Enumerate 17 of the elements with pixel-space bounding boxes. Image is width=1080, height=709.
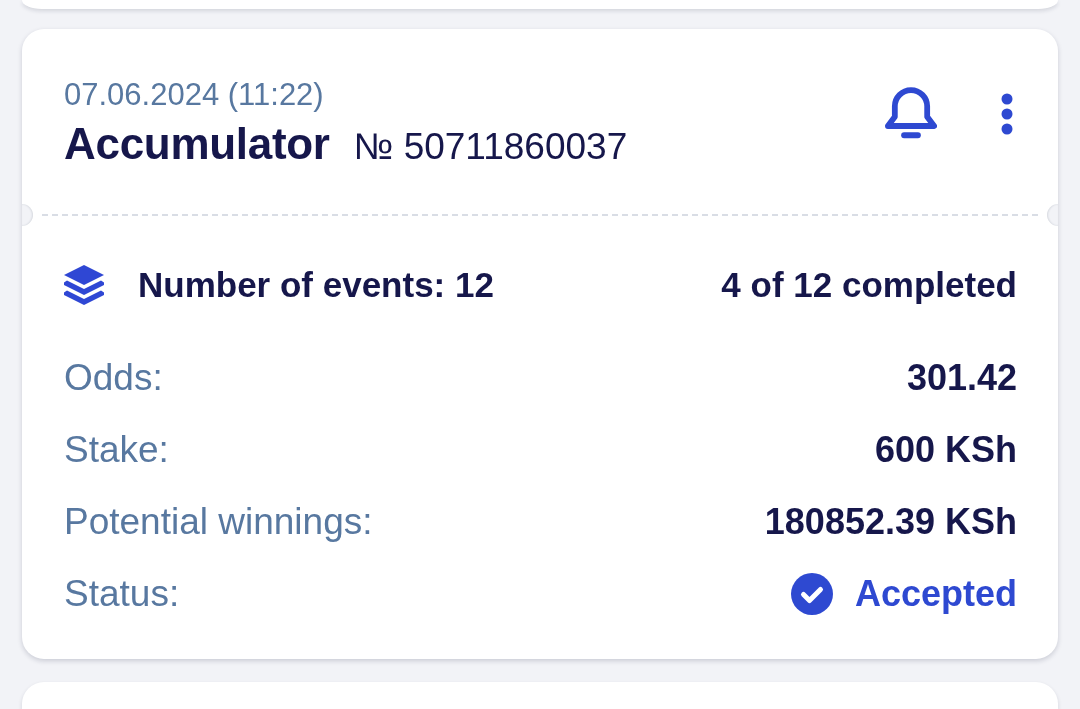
- layers-icon: [63, 264, 105, 307]
- bet-type: Accumulator: [64, 119, 330, 170]
- detail-value: 180852.39 KSh: [764, 501, 1017, 544]
- detail-label: Potential winnings:: [64, 501, 373, 544]
- detail-label: Status:: [64, 573, 180, 616]
- completed-count: 4 of 12 completed: [721, 265, 1017, 306]
- status-value: Accepted: [854, 573, 1017, 616]
- events-count: Number of events: 12: [138, 265, 494, 306]
- detail-label: Odds:: [64, 357, 163, 400]
- bell-icon[interactable]: [885, 87, 937, 140]
- check-circle-icon: [790, 573, 833, 616]
- detail-label: Stake:: [64, 429, 169, 472]
- more-options-icon[interactable]: [1001, 93, 1013, 136]
- bet-date: 07.06.2024 (11:22): [64, 77, 324, 114]
- detail-value: 301.42: [906, 357, 1017, 400]
- detail-value: 600 KSh: [874, 429, 1017, 472]
- bet-number: № 50711860037: [353, 125, 628, 170]
